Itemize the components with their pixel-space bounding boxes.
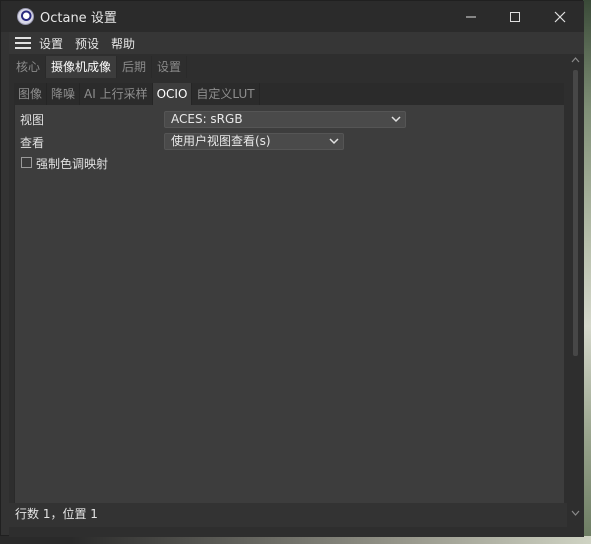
background-bottom-strip <box>0 536 591 544</box>
vertical-scrollbar[interactable] <box>569 54 582 524</box>
tab-image[interactable]: 图像 <box>14 83 48 105</box>
tab-post[interactable]: 后期 <box>117 56 153 78</box>
chevron-down-icon <box>329 138 339 145</box>
status-bar: 行数 1，位置 1 <box>9 503 567 527</box>
look-select-value: 使用户视图查看(s) <box>171 134 271 148</box>
close-icon <box>554 11 566 22</box>
tab-settings[interactable]: 设置 <box>152 56 188 78</box>
menu-bar: 设置 预设 帮助 <box>9 32 584 54</box>
maximize-icon <box>510 11 520 22</box>
background-photo-strip <box>583 0 591 544</box>
scroll-down-icon[interactable] <box>571 509 580 517</box>
tab-denoise[interactable]: 降噪 <box>47 83 81 105</box>
octane-settings-window: Octane 设置 设置 预设 帮助 核心 摄像机成像 后期 设置 图像 降噪 … <box>0 0 584 537</box>
look-label: 查看 <box>20 136 45 150</box>
tab-ocio[interactable]: OCIO <box>152 83 193 105</box>
minimize-button[interactable] <box>449 1 493 32</box>
menu-item-help[interactable]: 帮助 <box>111 35 135 52</box>
octane-logo-icon <box>17 8 34 25</box>
look-select[interactable]: 使用户视图查看(s) <box>164 133 344 150</box>
tab-kernel[interactable]: 核心 <box>11 56 47 78</box>
window-title: Octane 设置 <box>40 11 117 26</box>
view-select-value: ACES: sRGB <box>171 112 243 126</box>
status-text: 行数 1，位置 1 <box>15 507 98 521</box>
force-tone-mapping-checkbox[interactable] <box>21 157 32 168</box>
scroll-up-icon[interactable] <box>571 56 580 64</box>
force-tone-mapping-label: 强制色调映射 <box>36 157 109 171</box>
minimize-icon <box>466 16 476 17</box>
chevron-down-icon <box>391 116 401 123</box>
main-tab-bar: 核心 摄像机成像 后期 设置 <box>11 56 188 78</box>
menu-item-presets[interactable]: 预设 <box>75 35 99 52</box>
title-bar[interactable]: Octane 设置 <box>1 1 584 32</box>
close-button[interactable] <box>538 1 582 32</box>
tab-ai-upsampler[interactable]: AI 上行采样 <box>80 83 153 105</box>
view-select[interactable]: ACES: sRGB <box>164 111 406 128</box>
ocio-panel: 视图 ACES: sRGB 查看 使用户视图查看(s) 强制色调映射 <box>14 105 564 503</box>
maximize-button[interactable] <box>493 1 537 32</box>
view-label: 视图 <box>20 113 45 127</box>
menu-item-settings[interactable]: 设置 <box>39 35 63 52</box>
tab-camera-imager[interactable]: 摄像机成像 <box>46 56 118 78</box>
scrollbar-thumb[interactable] <box>573 70 578 356</box>
tab-custom-lut[interactable]: 自定义LUT <box>192 83 260 105</box>
hamburger-menu-icon[interactable] <box>15 37 31 49</box>
sub-tab-bar: 图像 降噪 AI 上行采样 OCIO 自定义LUT <box>14 83 564 105</box>
